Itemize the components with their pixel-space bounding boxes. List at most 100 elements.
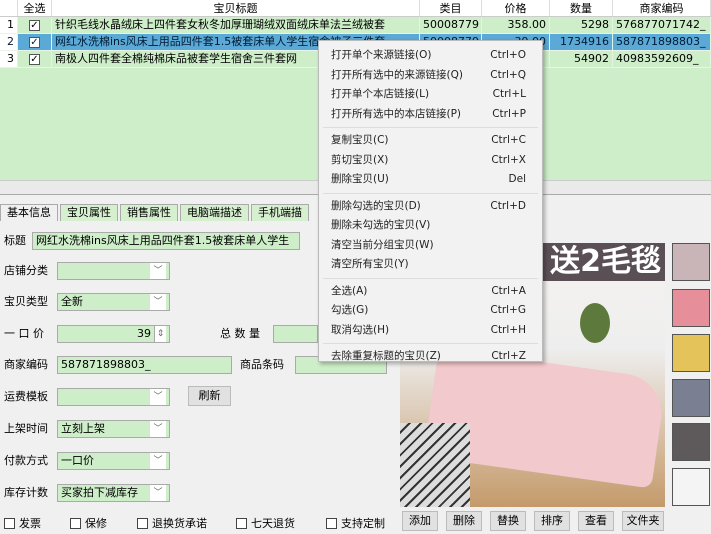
menu-item[interactable]: 取消勾选(H) Ctrl+H xyxy=(319,321,542,341)
menu-item-shortcut: Ctrl+Z xyxy=(491,350,526,362)
header-merchant-code[interactable]: 商家编码 xyxy=(613,0,711,16)
checkbox-option[interactable]: 退换货承诺 xyxy=(137,515,207,531)
row-checkbox[interactable]: ✓ xyxy=(18,34,52,50)
menu-item[interactable]: 清空当前分组宝贝(W) xyxy=(319,236,542,256)
tab-mobile-description[interactable]: 手机端描 xyxy=(251,204,309,221)
merchant-code-label: 商家编码 xyxy=(4,358,48,371)
menu-item[interactable]: 复制宝贝(C) Ctrl+C xyxy=(319,131,542,151)
menu-item[interactable]: 清空所有宝贝(Y) xyxy=(319,255,542,275)
stock-label: 库存计数 xyxy=(4,486,48,499)
stock-select[interactable]: 买家拍下减库存 ﹀ xyxy=(57,484,170,502)
image-button[interactable]: 文件夹 xyxy=(622,511,664,531)
menu-item-label: 删除宝贝(U) xyxy=(331,173,389,185)
refresh-button[interactable]: 刷新 xyxy=(188,386,231,406)
menu-item-shortcut: Del xyxy=(508,173,526,185)
thumbnail-4[interactable] xyxy=(672,379,710,417)
cell-title: 针织毛线水晶绒床上四件套女秋冬加厚珊瑚绒双面绒床单法兰绒被套 xyxy=(52,17,420,33)
cell-qty: 54902 xyxy=(550,51,613,67)
checkbox-icon[interactable] xyxy=(236,517,247,529)
cell-merchant-code: 576877071742_ xyxy=(613,17,711,33)
header-price[interactable]: 价格 xyxy=(482,0,550,16)
menu-item-label: 勾选(G) xyxy=(331,304,369,316)
checkbox-label: 退换货承诺 xyxy=(152,517,207,530)
shipping-template-select[interactable]: ﹀ xyxy=(57,388,170,406)
checkbox-checked-icon[interactable]: ✓ xyxy=(29,19,40,31)
thumbnail-1[interactable] xyxy=(672,243,710,281)
price-stepper[interactable]: 39 ⇕ xyxy=(57,325,170,343)
checkbox-option[interactable]: 发票 xyxy=(4,515,41,531)
cell-merchant-code: 40983592609_ xyxy=(613,51,711,67)
image-button[interactable]: 排序 xyxy=(534,511,570,531)
spinner-icon[interactable]: ⇕ xyxy=(154,326,166,342)
menu-item[interactable]: 全选(A) Ctrl+A xyxy=(319,282,542,302)
image-button[interactable]: 替换 xyxy=(490,511,526,531)
menu-item-shortcut: Ctrl+Q xyxy=(490,68,526,81)
total-qty-input[interactable] xyxy=(273,325,318,343)
row-number: 1 xyxy=(0,17,18,33)
row-number: 2 xyxy=(0,34,18,50)
menu-item-shortcut: Ctrl+D xyxy=(490,199,526,212)
menu-item[interactable]: 打开单个来源链接(O) Ctrl+O xyxy=(319,46,542,66)
checkbox-checked-icon[interactable]: ✓ xyxy=(29,53,40,65)
header-select-all[interactable]: 全选 xyxy=(18,0,52,16)
cell-category: 50008779 xyxy=(420,17,482,33)
checkbox-option[interactable]: 七天退货 xyxy=(236,515,295,531)
header-qty[interactable]: 数量 xyxy=(550,0,613,16)
tab-item-attributes[interactable]: 宝贝属性 xyxy=(60,204,118,221)
tab-basic-info[interactable]: 基本信息 xyxy=(0,204,58,221)
menu-item[interactable]: 打开所有选中的来源链接(Q) Ctrl+Q xyxy=(319,66,542,86)
menu-item[interactable]: 打开所有选中的本店链接(P) Ctrl+P xyxy=(319,105,542,125)
detail-tabs: 基本信息 宝贝属性 销售属性 电脑端描述 手机端描 xyxy=(0,204,311,221)
row-checkbox[interactable]: ✓ xyxy=(18,17,52,33)
thumbnail-2[interactable] xyxy=(672,289,710,327)
header-category[interactable]: 类目 xyxy=(420,0,482,16)
menu-item[interactable]: 打开单个本店链接(L) Ctrl+L xyxy=(319,85,542,105)
table-row[interactable]: 1 ✓ 针织毛线水晶绒床上四件套女秋冬加厚珊瑚绒双面绒床单法兰绒被套 50008779… xyxy=(0,17,711,34)
checkbox-icon[interactable] xyxy=(137,517,148,529)
checkbox-icon[interactable] xyxy=(70,517,81,529)
merchant-code-input[interactable]: 587871898803_ xyxy=(57,356,232,374)
rug-shape xyxy=(400,423,470,507)
menu-item-shortcut: Ctrl+X xyxy=(491,153,526,166)
thumbnail-5[interactable] xyxy=(672,423,710,461)
item-type-label: 宝贝类型 xyxy=(4,295,48,308)
payment-select[interactable]: 一口价 ﹀ xyxy=(57,452,170,470)
menu-item-label: 删除未勾选的宝贝(V) xyxy=(331,219,431,231)
image-button[interactable]: 删除 xyxy=(446,511,482,531)
menu-item-shortcut: Ctrl+L xyxy=(492,88,526,100)
checkbox-icon[interactable] xyxy=(4,517,15,529)
menu-item-label: 清空所有宝贝(Y) xyxy=(331,258,409,270)
row-checkbox[interactable]: ✓ xyxy=(18,51,52,67)
menu-item[interactable]: 删除勾选的宝贝(D) Ctrl+D xyxy=(319,197,542,217)
menu-item-shortcut: Ctrl+C xyxy=(491,134,526,146)
checkbox-option[interactable]: 支持定制 xyxy=(326,515,385,531)
menu-item-label: 打开所有选中的本店链接(P) xyxy=(331,107,462,120)
tab-pc-description[interactable]: 电脑端描述 xyxy=(180,204,249,221)
shop-category-select[interactable]: ﹀ xyxy=(57,262,170,280)
image-button[interactable]: 查看 xyxy=(578,511,614,531)
chevron-down-icon: ﹀ xyxy=(150,263,166,279)
menu-item[interactable]: 删除宝贝(U) Del xyxy=(319,170,542,190)
checkbox-option[interactable]: 保修 xyxy=(70,515,107,531)
checkbox-icon[interactable] xyxy=(326,517,337,529)
header-title[interactable]: 宝贝标题 xyxy=(52,0,420,16)
menu-item-label: 清空当前分组宝贝(W) xyxy=(331,238,434,251)
checkbox-checked-icon[interactable]: ✓ xyxy=(29,36,40,48)
item-type-select[interactable]: 全新 ﹀ xyxy=(57,293,170,311)
tab-sales-attributes[interactable]: 销售属性 xyxy=(120,204,178,221)
menu-item[interactable]: 删除未勾选的宝贝(V) xyxy=(319,216,542,236)
shop-category-label: 店铺分类 xyxy=(4,264,48,277)
thumbnail-empty[interactable] xyxy=(672,468,710,506)
menu-item[interactable]: 去除重复标题的宝贝(Z) Ctrl+Z xyxy=(319,347,542,367)
listing-time-value: 立刻上架 xyxy=(61,422,105,435)
cell-qty: 1734916 xyxy=(550,34,613,50)
menu-item[interactable]: 剪切宝贝(X) Ctrl+X xyxy=(319,151,542,171)
thumbnail-3[interactable] xyxy=(672,334,710,372)
listing-time-select[interactable]: 立刻上架 ﹀ xyxy=(57,420,170,438)
title-input[interactable]: 网红水洗棉ins风床上用品四件套1.5被套床单人学生 xyxy=(32,232,300,250)
menu-item-label: 去除重复标题的宝贝(Z) xyxy=(331,350,441,362)
menu-item[interactable]: 勾选(G) Ctrl+G xyxy=(319,301,542,321)
image-button[interactable]: 添加 xyxy=(402,511,438,531)
payment-label: 付款方式 xyxy=(4,454,48,467)
menu-item-label: 剪切宝贝(X) xyxy=(331,153,389,166)
